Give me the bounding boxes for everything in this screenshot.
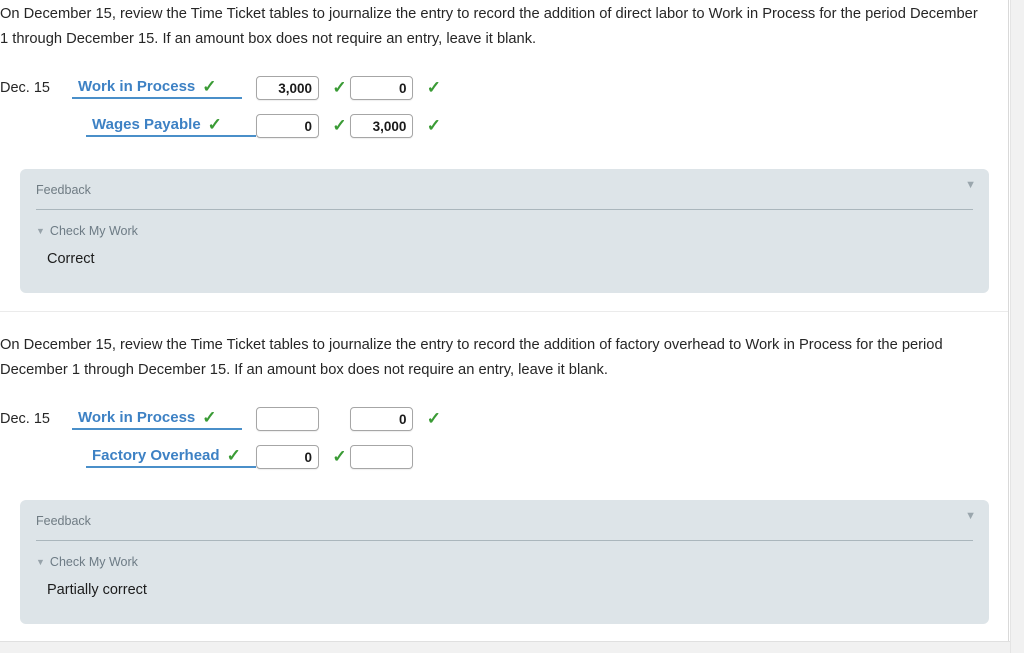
account-name: Work in Process [78,408,196,426]
feedback-title: Feedback [36,514,91,528]
assignment-page: On December 15, review the Time Ticket t… [0,0,1009,641]
account-select[interactable]: Work in Process ✓ [72,409,242,430]
credit-cell: ✓ [350,69,444,107]
journal-entry-table: Dec. 15 Work in Process ✓ ✓ ✓ [0,69,445,145]
credit-input[interactable] [350,407,414,431]
triangle-down-icon[interactable]: ▼ [965,511,976,522]
check-icon: ✓ [202,407,217,427]
journal-entry-table: Dec. 15 Work in Process ✓ ✓ ✓ [0,400,445,476]
check-my-work-toggle[interactable]: ▼ Check My Work [36,555,973,569]
credit-input[interactable] [350,114,414,138]
check-my-work-toggle[interactable]: ▼ Check My Work [36,224,973,238]
debit-input[interactable] [256,407,319,431]
check-icon: ✓ [202,76,217,96]
feedback-result: Partially correct [47,582,147,598]
feedback-title: Feedback [36,183,91,197]
triangle-down-icon: ▼ [36,225,45,236]
debit-check-icon: ✓ [332,77,347,97]
credit-cell: ✓ [350,400,444,438]
credit-cell: ✓ [350,438,444,476]
question-section-2: On December 15, review the Time Ticket t… [0,312,1008,624]
account-name: Wages Payable [92,115,201,133]
debit-cell: ✓ [256,438,350,476]
credit-input[interactable] [350,76,414,100]
account-cell: Wages Payable ✓ [72,107,256,145]
check-icon: ✓ [226,445,241,465]
journal-row: Dec. 15 Work in Process ✓ ✓ ✓ [0,69,445,107]
entry-date-empty [0,107,72,145]
page-right-gutter [1010,0,1024,653]
debit-cell: ✓ [256,69,350,107]
feedback-panel: ▼ Feedback ▼ Check My Work Correct [20,169,989,293]
entry-date-empty [0,438,72,476]
question-prompt: On December 15, review the Time Ticket t… [0,337,943,378]
debit-check-icon: ✓ [332,446,347,466]
account-name: Work in Process [78,77,196,95]
feedback-divider [36,540,973,541]
account-cell: Factory Overhead ✓ [72,438,256,476]
check-icon: ✓ [207,114,222,134]
check-my-work-label: Check My Work [49,224,138,238]
debit-cell: ✓ [256,400,350,438]
question-prompt: On December 15, review the Time Ticket t… [0,6,978,47]
page-bottom-gutter [0,641,1010,653]
triangle-down-icon: ▼ [36,556,45,567]
credit-check-icon: ✓ [426,115,442,135]
triangle-down-icon[interactable]: ▼ [965,180,976,191]
credit-check-icon: ✓ [426,77,442,97]
entry-date: Dec. 15 [0,411,50,427]
account-select[interactable]: Work in Process ✓ [72,78,242,99]
feedback-panel: ▼ Feedback ▼ Check My Work Partially cor… [20,500,989,624]
entry-date: Dec. 15 [0,80,50,96]
account-cell: Work in Process ✓ [72,69,256,107]
journal-row: Factory Overhead ✓ ✓ ✓ [0,438,445,476]
debit-check-icon: ✓ [332,115,347,135]
debit-input[interactable] [256,114,319,138]
question-section-1: On December 15, review the Time Ticket t… [0,0,1008,293]
credit-input[interactable] [350,445,414,469]
journal-row: Dec. 15 Work in Process ✓ ✓ ✓ [0,400,445,438]
credit-cell: ✓ [350,107,444,145]
debit-input[interactable] [256,445,319,469]
journal-row: Wages Payable ✓ ✓ ✓ [0,107,445,145]
feedback-result: Correct [47,251,95,267]
debit-input[interactable] [256,76,319,100]
account-select[interactable]: Factory Overhead ✓ [86,447,256,468]
credit-check-icon: ✓ [426,408,442,428]
account-cell: Work in Process ✓ [72,400,256,438]
check-my-work-label: Check My Work [49,555,138,569]
debit-cell: ✓ [256,107,350,145]
account-name: Factory Overhead [92,446,220,464]
account-select[interactable]: Wages Payable ✓ [86,116,256,137]
feedback-divider [36,209,973,210]
